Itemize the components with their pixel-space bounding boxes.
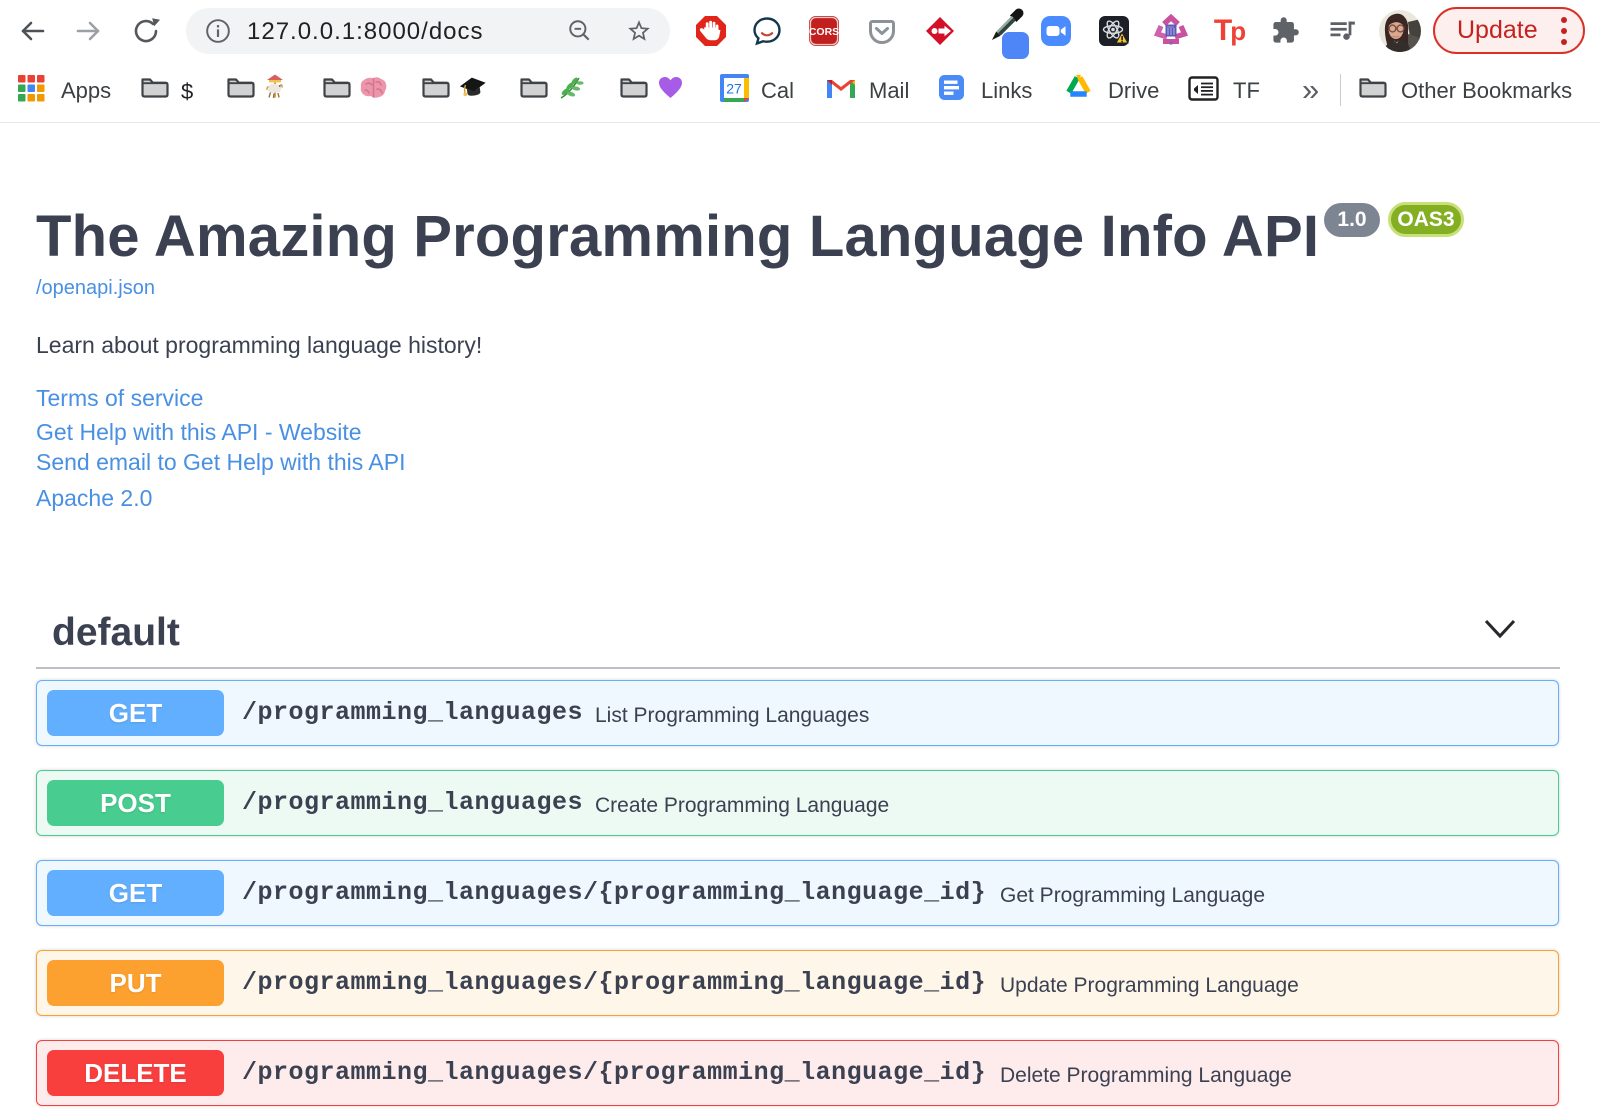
svg-text:CORS: CORS <box>809 26 839 38</box>
svg-text:27: 27 <box>726 81 742 97</box>
